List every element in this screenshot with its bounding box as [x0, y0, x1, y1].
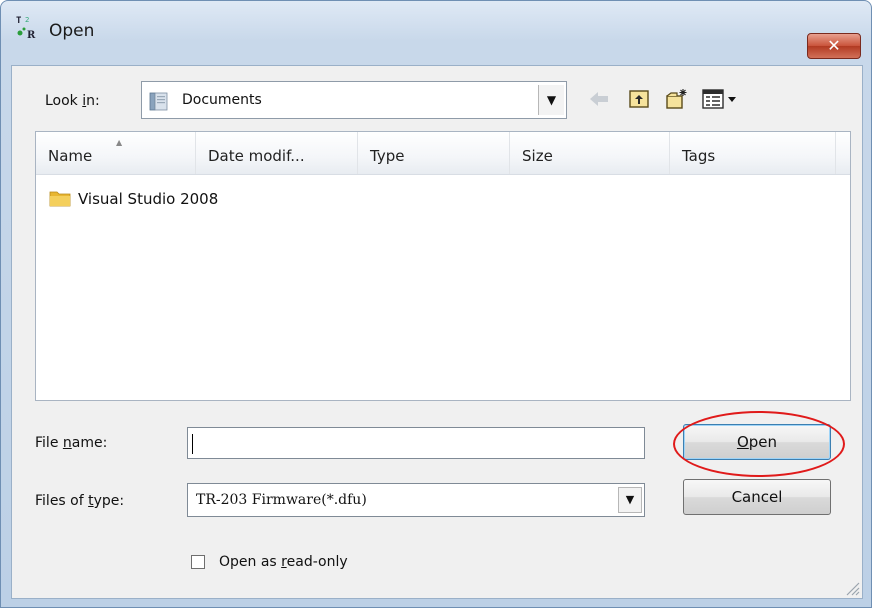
- column-name-label: Name: [48, 147, 93, 165]
- look-in-dropdown-arrow[interactable]: ▼: [538, 85, 564, 115]
- file-type-value: TR-203 Firmware(*.dfu): [196, 492, 367, 508]
- dialog-title: Open: [49, 21, 95, 41]
- close-button[interactable]: ✕: [807, 33, 861, 59]
- resize-grip-icon[interactable]: [841, 577, 861, 597]
- documents-library-icon: [149, 92, 168, 111]
- column-size-label: Size: [522, 147, 553, 165]
- folder-icon: [49, 191, 71, 207]
- list-item-label: Visual Studio 2008: [78, 190, 219, 208]
- title-bar[interactable]: T 2 R Open ✕: [1, 1, 871, 59]
- text-caret: [192, 434, 193, 454]
- column-header-row: Name ▲ Date modif... Type Size Tags: [36, 132, 850, 175]
- svg-text:R: R: [27, 30, 36, 40]
- views-menu-icon[interactable]: [701, 87, 745, 111]
- file-name-input[interactable]: [187, 427, 645, 459]
- look-in-value: Documents: [182, 92, 262, 108]
- read-only-label[interactable]: Open as read-only: [219, 554, 348, 570]
- column-tags-label: Tags: [682, 147, 716, 165]
- file-name-label: File name:: [35, 435, 108, 451]
- column-header-tags[interactable]: Tags: [670, 132, 836, 174]
- column-header-type[interactable]: Type: [358, 132, 510, 174]
- app-tr-icon: T 2 R: [16, 16, 36, 40]
- list-item[interactable]: Visual Studio 2008: [48, 186, 308, 212]
- column-date-label: Date modif...: [208, 147, 305, 165]
- up-folder-icon[interactable]: [627, 87, 651, 111]
- look-in-combobox[interactable]: Documents ▼: [141, 81, 567, 119]
- file-type-combobox[interactable]: TR-203 Firmware(*.dfu) ▼: [187, 483, 645, 517]
- column-header-size[interactable]: Size: [510, 132, 670, 174]
- column-header-name[interactable]: Name ▲: [36, 132, 196, 174]
- svg-text:T: T: [16, 16, 22, 26]
- column-header-date-modified[interactable]: Date modif...: [196, 132, 358, 174]
- svg-text:2: 2: [25, 16, 29, 24]
- file-type-label: Files of type:: [35, 493, 125, 509]
- open-dialog-window: T 2 R Open ✕ Look in: Documents ▼ Name ▲…: [0, 0, 872, 608]
- new-folder-icon[interactable]: [665, 87, 689, 111]
- cancel-button[interactable]: Cancel: [683, 479, 831, 515]
- back-arrow-icon[interactable]: [587, 87, 611, 111]
- look-in-label: Look in:: [45, 93, 100, 109]
- file-type-dropdown-arrow[interactable]: ▼: [618, 487, 642, 513]
- file-list-view[interactable]: Name ▲ Date modif... Type Size Tags Visu…: [35, 131, 851, 401]
- sort-ascending-icon: ▲: [116, 138, 123, 147]
- column-type-label: Type: [370, 147, 405, 165]
- read-only-checkbox[interactable]: [191, 555, 205, 569]
- open-button[interactable]: Open: [683, 424, 831, 460]
